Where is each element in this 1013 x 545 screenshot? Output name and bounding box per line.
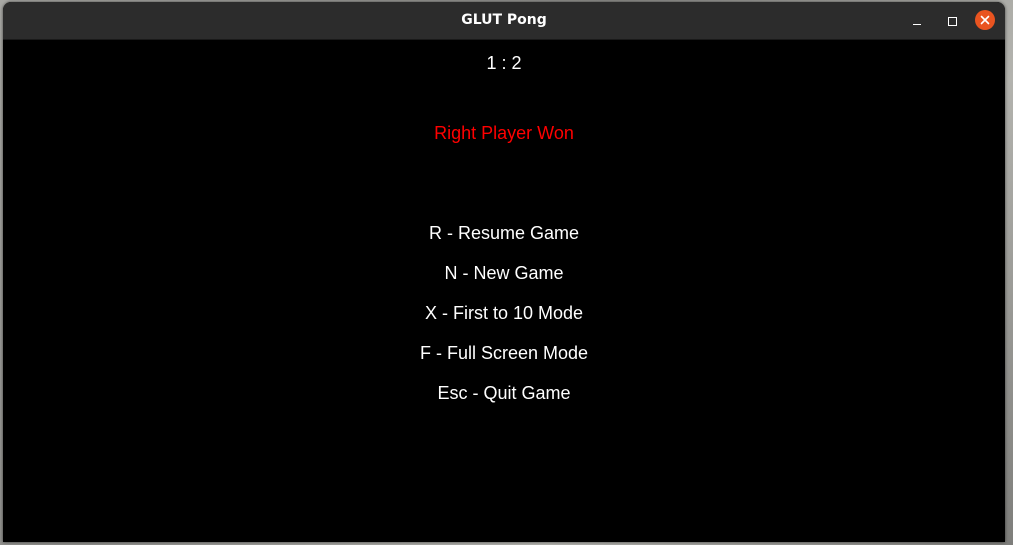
maximize-button[interactable] (941, 10, 963, 32)
menu-option-first-to-10: X - First to 10 Mode (424, 303, 584, 323)
window-title: GLUT Pong (461, 12, 547, 28)
score-display: 1 : 2 (486, 53, 522, 73)
menu-option-quit: Esc - Quit Game (437, 383, 571, 403)
close-icon (980, 15, 990, 25)
menu-option-full-screen: F - Full Screen Mode (419, 343, 589, 363)
close-button[interactable] (975, 10, 995, 30)
winner-message: Right Player Won (434, 123, 574, 143)
minimize-icon (913, 23, 921, 25)
title-bar[interactable]: GLUT Pong (3, 2, 1005, 40)
menu-option-new-game: N - New Game (444, 263, 564, 283)
minimize-button[interactable] (906, 10, 928, 32)
menu-option-resume: R - Resume Game (428, 223, 580, 243)
app-window: GLUT Pong 1 : 2 Right Player Won R - Res… (3, 2, 1005, 542)
game-canvas[interactable]: 1 : 2 Right Player Won R - Resume Game N… (3, 40, 1005, 542)
maximize-icon (947, 16, 957, 26)
